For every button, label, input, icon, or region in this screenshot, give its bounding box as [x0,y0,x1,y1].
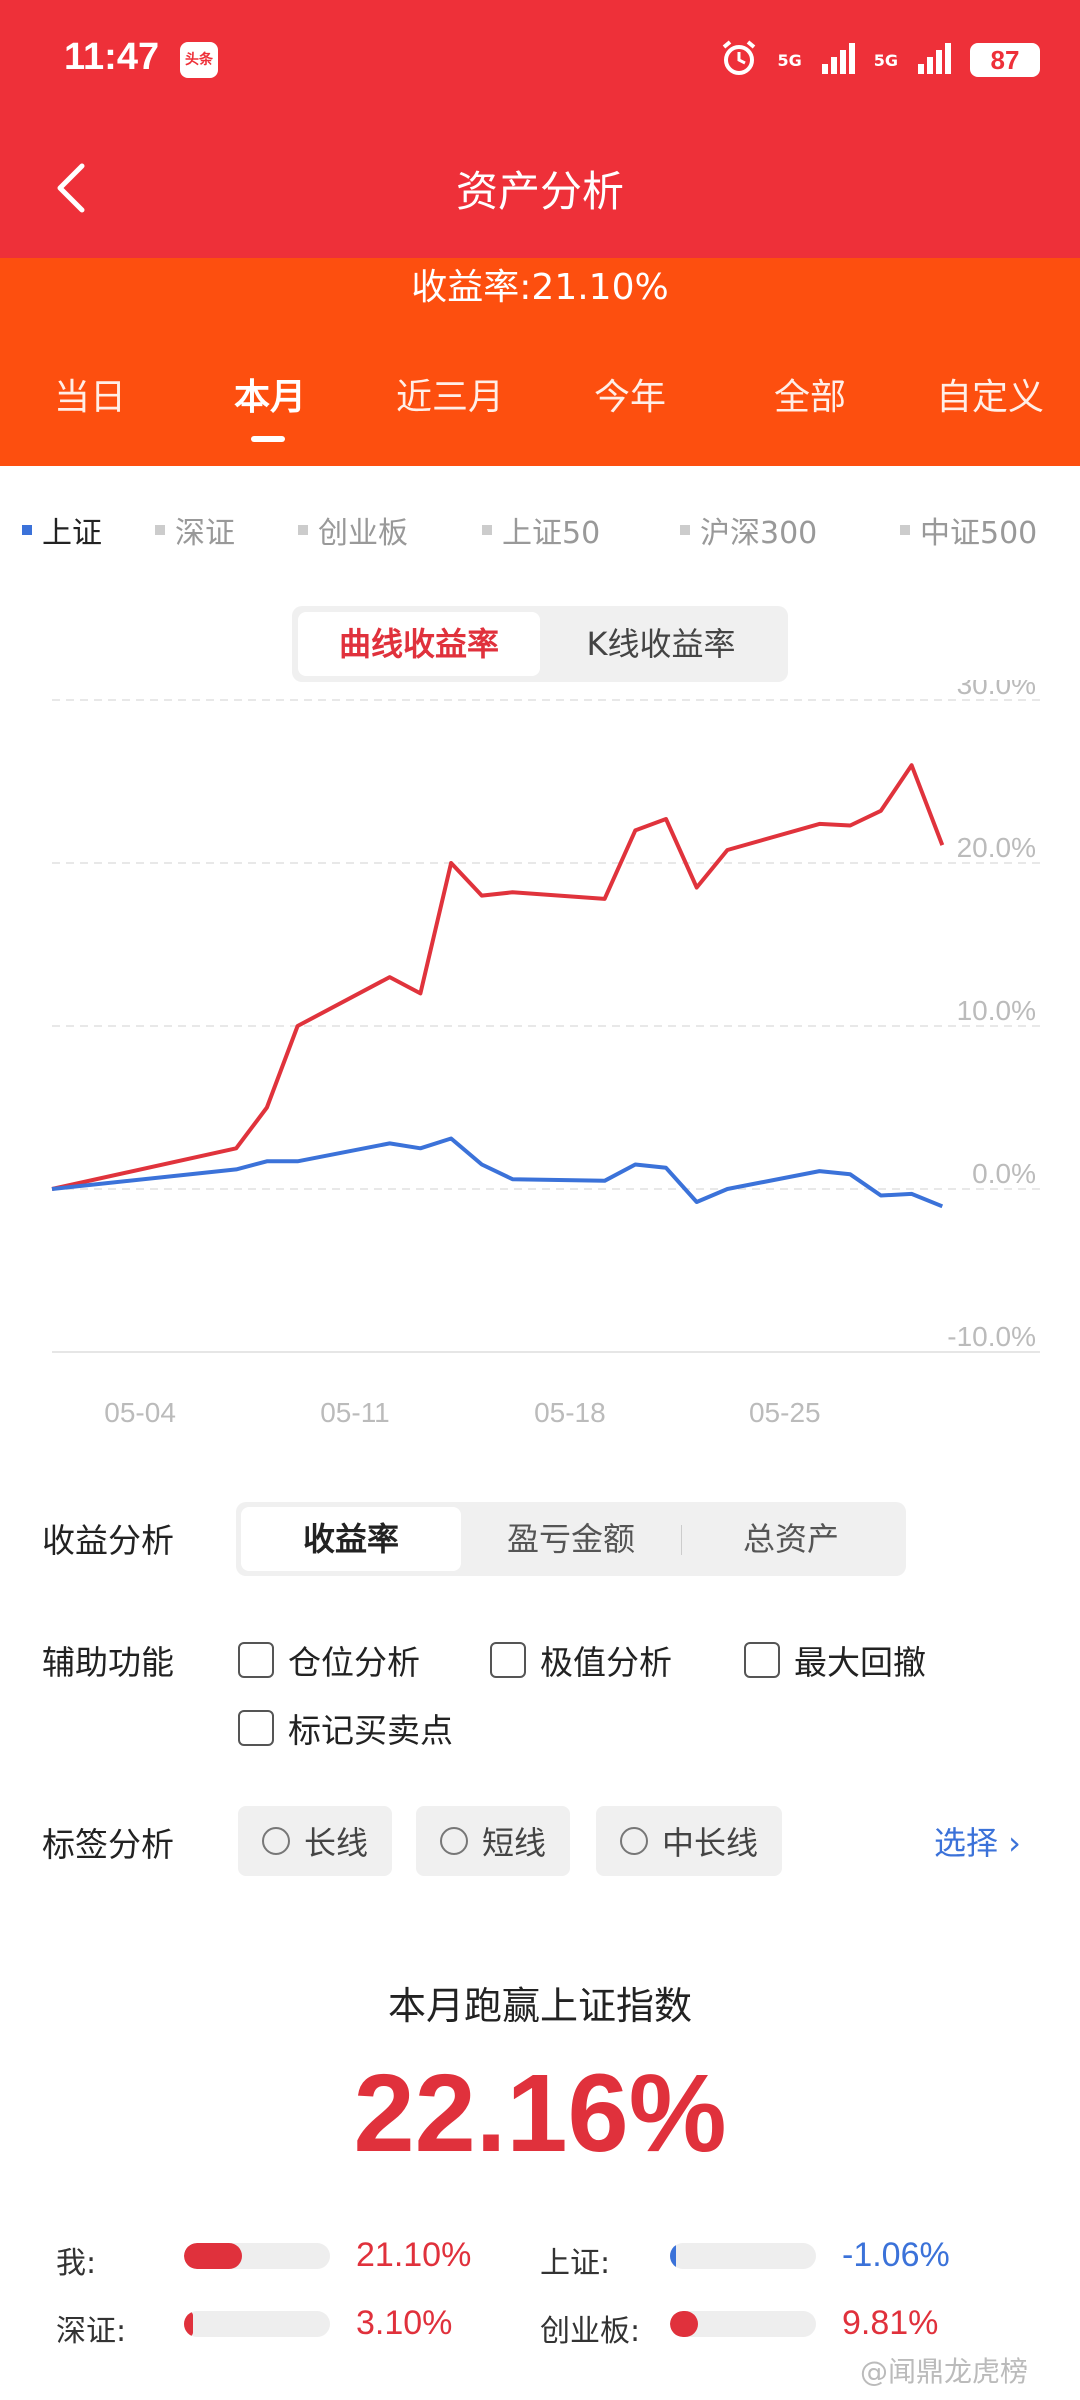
tab-this-month[interactable]: 本月 [180,368,360,420]
tags-label: 标签分析 [42,1825,174,1864]
signal-icon-1 [820,40,856,80]
compare-label-gem: 创业板: [540,2314,641,2349]
radio-icon [262,1827,290,1855]
signal-5g-label-1: 5G [777,50,802,70]
index-option-zz500[interactable]: 中证500 [900,508,1037,552]
tag-mid-long-radio[interactable]: 中长线 [596,1806,783,1876]
compare-label-sh: 上证: [540,2246,611,2281]
yield-line-chart: 30.0% 20.0% 10.0% 0.0% -10.0% 05-04 05-11 05-18… [51,680,1040,1428]
checkbox-icon [238,1710,274,1746]
index-option-gem[interactable]: 创业板 [298,508,408,552]
tab-custom[interactable]: 自定义 [900,368,1080,420]
page-title: 资产分析 [455,167,624,216]
analysis-total-assets-button[interactable]: 总资产 [681,1507,901,1571]
y-tick-label: 20.0% [957,832,1036,863]
period-panel: 收益率:21.10% 当日 本月 近三月 今年 全部 自定义 [0,258,1080,466]
extremum-analysis-checkbox[interactable]: 极值分析 [490,1636,672,1684]
signal-icon-2 [916,40,952,80]
checkbox-icon [238,1642,274,1678]
x-tick-label: 05-11 [320,1397,390,1428]
compare-bar-sh [670,2243,816,2269]
y-tick-label: 0.0% [972,1158,1036,1189]
radio-icon [440,1827,468,1855]
aux-label: 辅助功能 [42,1643,174,1682]
period-tabs: 当日 本月 近三月 今年 全部 自定义 [0,368,1080,420]
compare-label-sz: 深证: [56,2314,127,2349]
max-drawdown-checkbox[interactable]: 最大回撤 [744,1636,926,1684]
index-option-sh50[interactable]: 上证50 [482,508,600,552]
kline-yield-button[interactable]: K线收益率 [540,612,782,676]
tab-this-year[interactable]: 今年 [540,368,720,420]
active-tab-indicator [251,436,285,442]
alarm-icon [719,38,759,82]
series-line-my-yield [51,763,945,1191]
checkbox-icon [490,1642,526,1678]
tag-long-radio[interactable]: 长线 [238,1806,393,1876]
analysis-toggle: 收益率 盈亏金额 总资产 [236,1502,906,1576]
series-line-index [51,1136,944,1209]
yield-text: 收益率:21.10% [411,267,669,308]
status-time: 11:47 [64,36,160,78]
divider [681,1525,682,1555]
index-option-sh[interactable]: 上证 [22,508,102,552]
x-tick-label: 05-04 [104,1397,176,1428]
index-option-hs300[interactable]: 沪深300 [680,508,817,552]
position-analysis-checkbox[interactable]: 仓位分析 [238,1636,420,1684]
compare-fill-sh [670,2243,676,2269]
index-option-sz[interactable]: 深证 [155,508,235,552]
checkbox-icon [744,1642,780,1678]
compare-value-sz: 3.10% [356,2304,453,2342]
tag-select-link[interactable]: 选择 › [934,1818,1021,1864]
tab-today[interactable]: 当日 [0,368,180,420]
compare-bar-gem [670,2311,816,2337]
status-bar: 11:47 头条 5G 5G 87 [0,0,1080,120]
tag-short-radio[interactable]: 短线 [416,1806,571,1876]
x-tick-label: 05-18 [534,1397,606,1428]
compare-bar-me [184,2243,330,2269]
y-tick-label: 30.0% [957,680,1036,700]
compare-fill-me [184,2243,243,2269]
compare-fill-sz [184,2311,193,2337]
status-icons: 5G 5G 87 [719,38,1040,82]
signal-5g-label-2: 5G [873,50,898,70]
compare-value-sh: -1.06% [842,2236,950,2274]
compare-label-me: 我: [56,2246,97,2281]
app-badge-icon: 头条 [180,42,218,78]
buy-sell-points-checkbox[interactable]: 标记买卖点 [238,1704,453,1752]
watermark: @闻鼎龙虎榜 [860,2355,1029,2388]
tab-three-months[interactable]: 近三月 [360,368,540,420]
chart-mode-toggle: 曲线收益率 K线收益率 [292,606,788,682]
compare-value-me: 21.10% [356,2236,472,2274]
compare-bar-sz [184,2311,330,2337]
analysis-pnl-button[interactable]: 盈亏金额 [461,1507,681,1571]
analysis-label: 收益分析 [42,1521,174,1560]
beat-value: 22.16% [353,2052,727,2175]
index-selector: 上证 深证 创业板 上证50 沪深300 中证500 [0,508,1080,558]
compare-fill-gem [670,2311,698,2337]
radio-icon [620,1827,648,1855]
y-tick-label: 10.0% [957,995,1036,1026]
x-tick-label: 05-25 [749,1397,821,1428]
battery-icon: 87 [970,43,1040,77]
compare-value-gem: 9.81% [842,2304,939,2342]
beat-title: 本月跑赢上证指数 [387,1984,692,2028]
app-bar: 资产分析 [0,120,1080,260]
y-tick-label: -10.0% [947,1321,1036,1352]
curve-yield-button[interactable]: 曲线收益率 [298,612,540,676]
tab-all[interactable]: 全部 [720,368,900,420]
analysis-yield-button[interactable]: 收益率 [241,1507,461,1571]
